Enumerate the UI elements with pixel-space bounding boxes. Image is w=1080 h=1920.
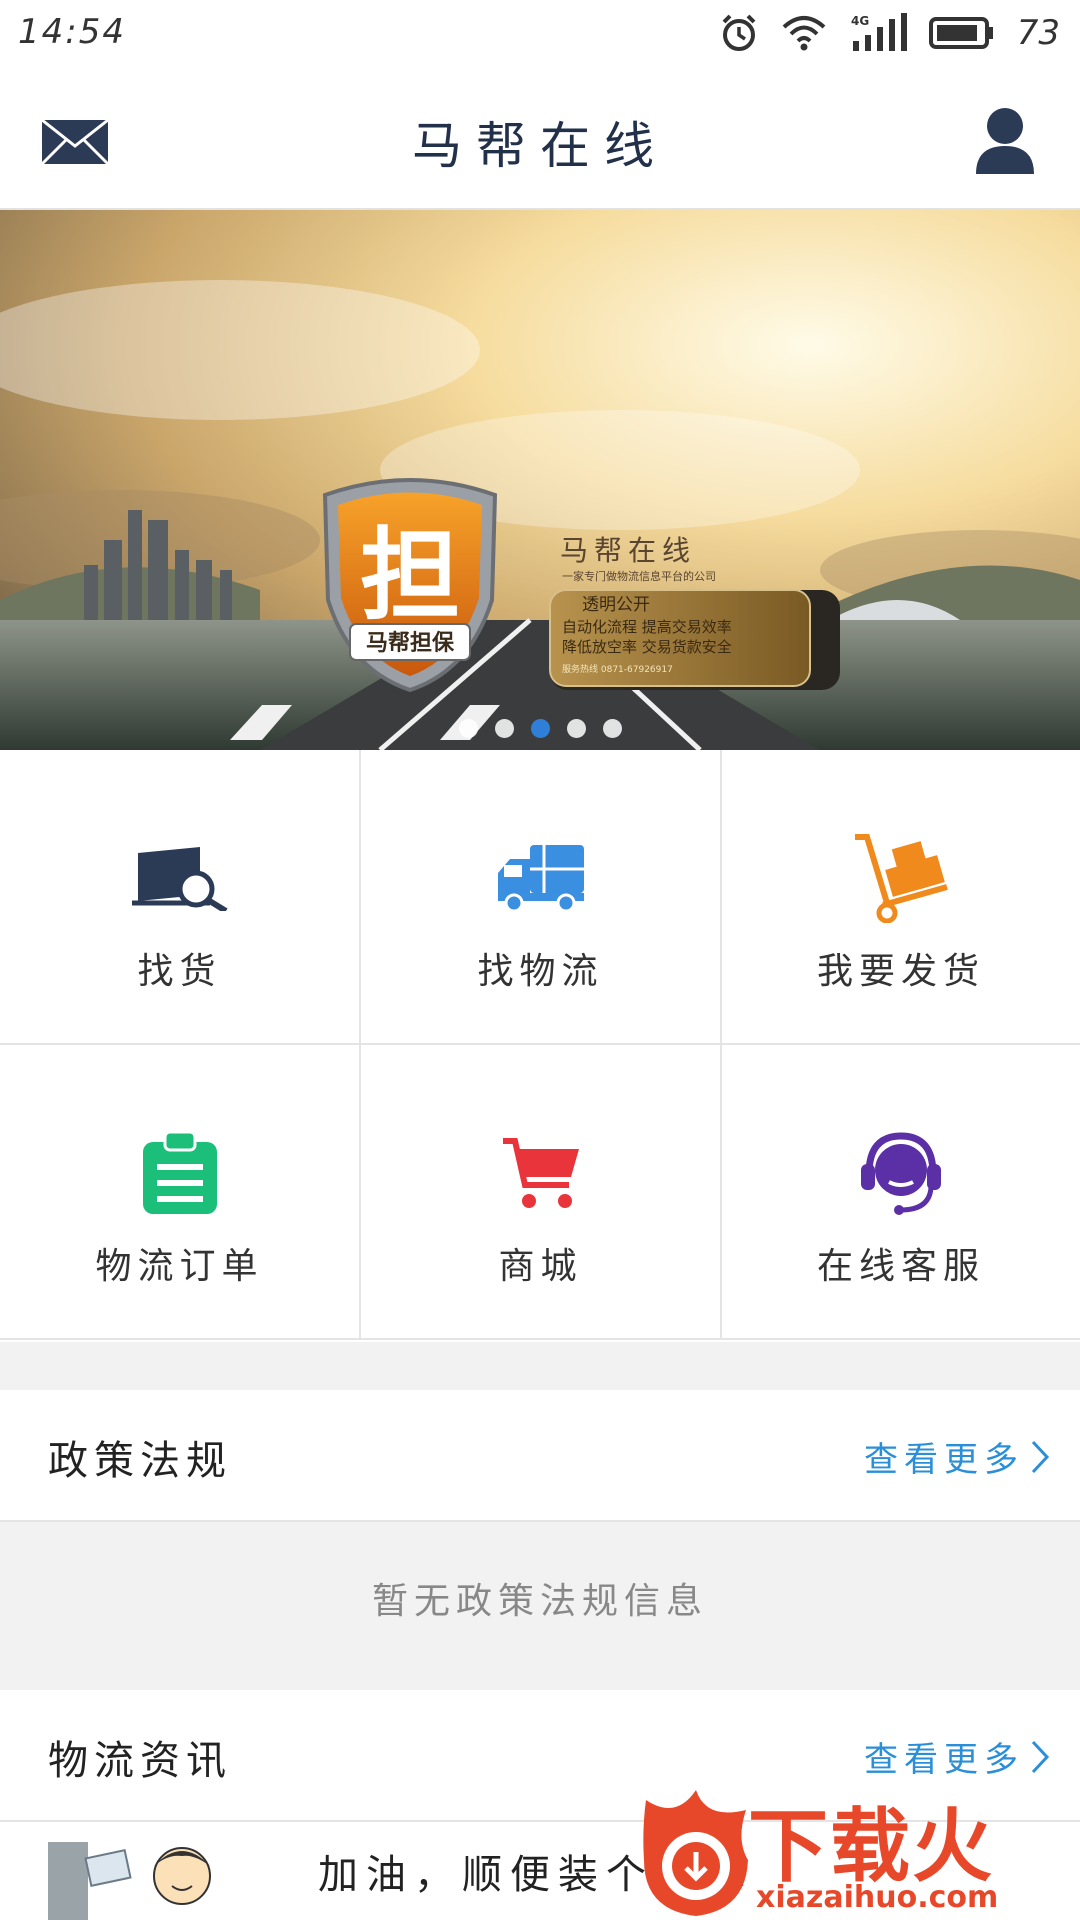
grid-item-orders[interactable]: 物流订单 — [0, 1045, 361, 1340]
grid-item-label: 找货 — [137, 951, 222, 992]
carousel-dots — [0, 719, 1080, 738]
carousel-dot[interactable] — [494, 719, 514, 738]
page-title: 马帮在线 — [412, 117, 668, 175]
carousel-dot[interactable] — [566, 719, 586, 738]
battery-level: 73 — [1016, 13, 1060, 53]
empty-message: 暂无政策法规信息 — [371, 1581, 708, 1622]
carousel-dot[interactable] — [602, 719, 622, 738]
policy-section-header: 政策法规 查看更多 — [0, 1390, 1080, 1522]
grid-item-mall[interactable]: 商城 — [361, 1045, 722, 1340]
alarm-icon — [722, 14, 756, 51]
watermark-logo: 下载火 xiazaihuo.com — [636, 1780, 1080, 1920]
carousel-dot-active[interactable] — [530, 719, 550, 738]
grid-item-label: 找物流 — [477, 951, 604, 992]
banner-tagline: 一家专门做物流信息平台的公司 — [562, 569, 716, 583]
feature-grid: 找货 找物流 我要发货 物流订单 商城 在线客服 — [0, 750, 1080, 1342]
banner-box-title: 透明公开 — [582, 595, 650, 615]
grid-item-service[interactable]: 在线客服 — [722, 1045, 1080, 1340]
grid-item-label: 在线客服 — [816, 1246, 985, 1287]
grid-item-find-goods[interactable]: 找货 — [0, 750, 361, 1045]
svg-text:4G: 4G — [851, 14, 869, 28]
grid-item-send-goods[interactable]: 我要发货 — [722, 750, 1080, 1045]
user-icon — [976, 108, 1034, 174]
banner-box-line1: 自动化流程 提高交易效率 — [562, 618, 732, 636]
more-label: 查看更多 — [864, 1740, 1024, 1780]
more-label: 查看更多 — [864, 1440, 1024, 1480]
policy-empty-state: 暂无政策法规信息 — [0, 1522, 1080, 1690]
user-button[interactable] — [974, 106, 1036, 180]
grid-item-find-logistics[interactable]: 找物流 — [361, 750, 722, 1045]
status-bar: 14:54 4G 73 — [0, 0, 1080, 66]
grid-item-label: 商城 — [498, 1246, 583, 1287]
watermark-url: xiazaihuo.com — [756, 1880, 999, 1915]
policy-title: 政策法规 — [48, 1438, 232, 1484]
banner-carousel[interactable]: 担 马帮担保 马帮在线 一家专门做物流信息平台的公司 透明公开 自动化流程 提高… — [0, 210, 1080, 750]
banner-box-phone: 服务热线 0871-67926917 — [562, 663, 673, 675]
truck-icon — [497, 845, 584, 913]
policy-more-link[interactable]: 查看更多 — [864, 1432, 1050, 1481]
clipboard-icon — [142, 1130, 217, 1214]
app-header: 马帮在线 — [0, 66, 1080, 210]
headset-icon — [861, 1132, 941, 1215]
news-thumbnail — [48, 1842, 211, 1920]
hand-truck-icon — [855, 834, 948, 923]
grid-item-label: 物流订单 — [95, 1246, 264, 1287]
search-goods-icon — [131, 847, 228, 911]
banner-box-line2: 降低放空率 交易货款安全 — [562, 638, 732, 656]
status-time: 14:54 — [18, 12, 126, 52]
flame-logo-icon — [643, 1790, 748, 1916]
news-title: 物流资讯 — [48, 1738, 232, 1784]
grid-item-label: 我要发货 — [816, 951, 985, 992]
banner-brand: 马帮在线 — [560, 534, 696, 567]
banner-badge-caption: 马帮担保 — [366, 630, 455, 656]
signal-4g-icon: 4G — [851, 13, 907, 51]
section-divider — [0, 1342, 1080, 1390]
chevron-right-icon — [1031, 1740, 1050, 1773]
news-more-link[interactable]: 查看更多 — [864, 1732, 1050, 1781]
carousel-dot[interactable] — [458, 719, 478, 738]
status-icons: 4G 73 — [719, 10, 1060, 56]
cart-icon — [502, 1138, 579, 1208]
battery-icon — [928, 17, 993, 49]
wifi-icon — [782, 16, 826, 51]
banner-image: 担 马帮担保 马帮在线 一家专门做物流信息平台的公司 透明公开 自动化流程 提高… — [0, 210, 1080, 750]
chevron-right-icon — [1031, 1440, 1050, 1473]
banner-badge-text: 担 — [360, 517, 460, 634]
